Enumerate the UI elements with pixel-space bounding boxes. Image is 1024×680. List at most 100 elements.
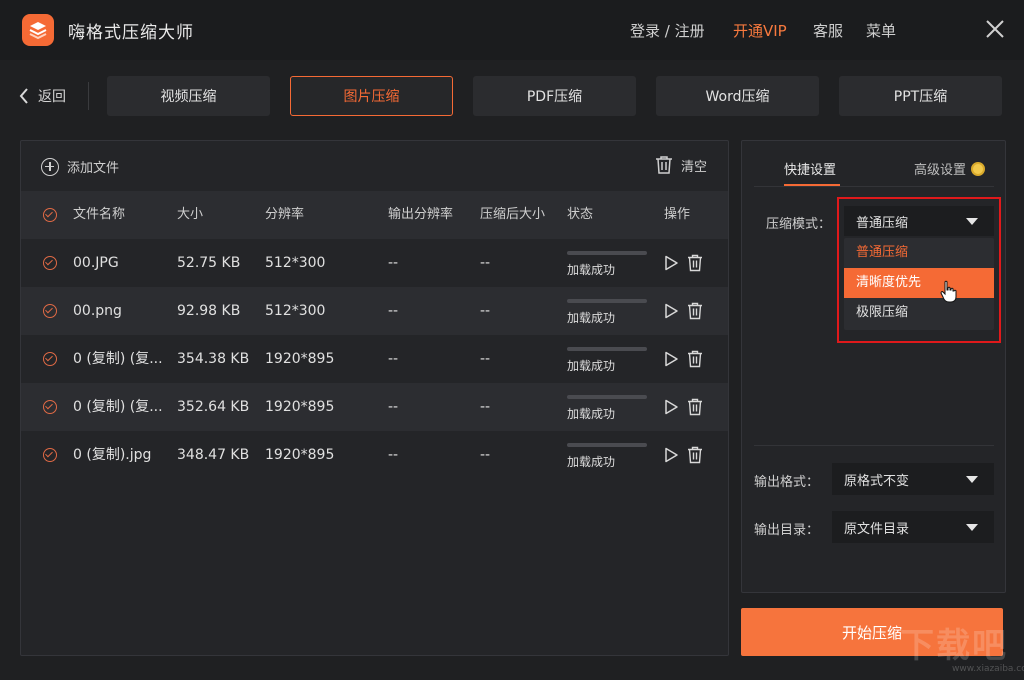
divider xyxy=(88,82,89,110)
delete-icon[interactable] xyxy=(687,446,703,464)
service-link[interactable]: 客服 xyxy=(813,20,843,41)
play-icon[interactable] xyxy=(663,255,679,271)
file-name-cell: 00.png xyxy=(73,303,122,319)
col-status: 状态 xyxy=(567,207,594,222)
tab-advanced-settings[interactable]: 高级设置 xyxy=(914,159,986,178)
dir-select-value: 原文件目录 xyxy=(844,521,910,537)
col-name: 文件名称 xyxy=(73,207,126,222)
watermark-url: www.xiazaiba.com xyxy=(952,664,1024,674)
resolution-cell: 512*300 xyxy=(265,255,326,271)
tab-word-compress[interactable]: Word压缩 xyxy=(656,76,819,116)
row-checkbox[interactable] xyxy=(43,256,57,270)
col-resolution: 分辨率 xyxy=(265,207,305,222)
file-size-cell: 52.75 KB xyxy=(177,255,241,271)
progress-bar xyxy=(567,395,647,399)
table-row[interactable]: 00.png 92.98 KB 512*300 -- -- 加载成功 xyxy=(21,287,728,335)
row-checkbox[interactable] xyxy=(43,304,57,318)
status-text: 加载成功 xyxy=(567,263,616,277)
dropdown-arrow-icon xyxy=(966,524,978,531)
delete-icon[interactable] xyxy=(687,398,703,416)
watermark-logo: 下载吧 xyxy=(900,626,1008,666)
settings-divider xyxy=(754,445,994,446)
close-icon[interactable] xyxy=(984,18,1006,40)
active-tab-indicator xyxy=(784,184,840,186)
table-row[interactable]: 0 (复制) (复... 354.38 KB 1920*895 -- -- 加载成功 xyxy=(21,335,728,383)
resolution-cell: 1920*895 xyxy=(265,351,335,367)
resolution-cell: 512*300 xyxy=(265,303,326,319)
app-logo-icon xyxy=(22,14,54,46)
table-row[interactable]: 0 (复制).jpg 348.47 KB 1920*895 -- -- 加载成功 xyxy=(21,431,728,479)
tab-quick-settings[interactable]: 快捷设置 xyxy=(784,159,836,178)
play-icon[interactable] xyxy=(663,303,679,319)
play-icon[interactable] xyxy=(663,351,679,367)
status-text: 加载成功 xyxy=(567,455,616,469)
output-resolution-cell: -- xyxy=(388,447,399,463)
file-name-cell: 00.JPG xyxy=(73,255,119,271)
clear-button[interactable]: 清空 xyxy=(655,155,707,175)
resolution-cell: 1920*895 xyxy=(265,447,335,463)
chevron-left-icon xyxy=(19,88,28,104)
file-size-cell: 348.47 KB xyxy=(177,447,250,463)
format-select-value: 原格式不变 xyxy=(844,473,910,489)
dir-label: 输出目录： xyxy=(754,523,820,538)
table-row[interactable]: 00.JPG 52.75 KB 512*300 -- -- 加载成功 xyxy=(21,239,728,287)
progress-bar xyxy=(567,443,647,447)
delete-icon[interactable] xyxy=(687,254,703,272)
output-resolution-cell: -- xyxy=(388,303,399,319)
app-title: 嗨格式压缩大师 xyxy=(68,23,194,43)
vip-coin-icon xyxy=(971,161,986,176)
add-file-button[interactable]: 添加文件 xyxy=(41,157,119,176)
delete-icon[interactable] xyxy=(687,302,703,320)
row-checkbox[interactable] xyxy=(43,400,57,414)
status-cell: 加载成功 xyxy=(567,251,649,278)
status-cell: 加载成功 xyxy=(567,347,649,374)
tab-pdf-compress[interactable]: PDF压缩 xyxy=(473,76,636,116)
resolution-cell: 1920*895 xyxy=(265,399,335,415)
play-icon[interactable] xyxy=(663,447,679,463)
file-size-cell: 354.38 KB xyxy=(177,351,250,367)
status-cell: 加载成功 xyxy=(567,395,649,422)
advanced-settings-label: 高级设置 xyxy=(914,163,967,178)
table-row[interactable]: 0 (复制) (复... 352.64 KB 1920*895 -- -- 加载成功 xyxy=(21,383,728,431)
file-size-cell: 92.98 KB xyxy=(177,303,241,319)
add-file-label: 添加文件 xyxy=(67,161,120,176)
status-text: 加载成功 xyxy=(567,359,616,373)
add-circle-icon xyxy=(41,157,59,176)
row-checkbox[interactable] xyxy=(43,448,57,462)
clear-label: 清空 xyxy=(681,159,708,175)
file-name-cell: 0 (复制) (复... xyxy=(73,399,163,415)
tab-ppt-compress[interactable]: PPT压缩 xyxy=(839,76,1002,116)
progress-bar xyxy=(567,251,647,255)
format-label: 输出格式： xyxy=(754,475,820,490)
format-select[interactable]: 原格式不变 xyxy=(832,463,994,495)
select-all-checkbox[interactable] xyxy=(43,208,57,222)
compressed-size-cell: -- xyxy=(480,447,491,463)
highlight-annotation xyxy=(837,197,1001,343)
output-resolution-cell: -- xyxy=(388,399,399,415)
title-bar: 嗨格式压缩大师 登录 / 注册 开通VIP 客服 菜单 xyxy=(0,0,1024,60)
back-button[interactable]: 返回 xyxy=(18,84,66,108)
menu-link[interactable]: 菜单 xyxy=(866,20,896,41)
tab-divider xyxy=(754,186,994,187)
progress-bar xyxy=(567,299,647,303)
dropdown-arrow-icon xyxy=(966,476,978,483)
col-actions: 操作 xyxy=(664,207,691,222)
mode-label: 压缩模式： xyxy=(766,217,832,232)
output-resolution-cell: -- xyxy=(388,255,399,271)
col-size: 大小 xyxy=(177,207,204,222)
dir-select[interactable]: 原文件目录 xyxy=(832,511,994,543)
trash-icon xyxy=(656,156,672,174)
play-icon[interactable] xyxy=(663,399,679,415)
status-cell: 加载成功 xyxy=(567,443,649,470)
tab-image-compress[interactable]: 图片压缩 xyxy=(290,76,453,116)
compressed-size-cell: -- xyxy=(480,399,491,415)
compressed-size-cell: -- xyxy=(480,351,491,367)
vip-link[interactable]: 开通VIP xyxy=(733,20,787,41)
progress-bar xyxy=(567,347,647,351)
tab-video-compress[interactable]: 视频压缩 xyxy=(107,76,270,116)
col-compressed-size: 压缩后大小 xyxy=(480,207,546,222)
delete-icon[interactable] xyxy=(687,350,703,368)
row-checkbox[interactable] xyxy=(43,352,57,366)
status-text: 加载成功 xyxy=(567,407,616,421)
login-link[interactable]: 登录 / 注册 xyxy=(630,20,705,41)
